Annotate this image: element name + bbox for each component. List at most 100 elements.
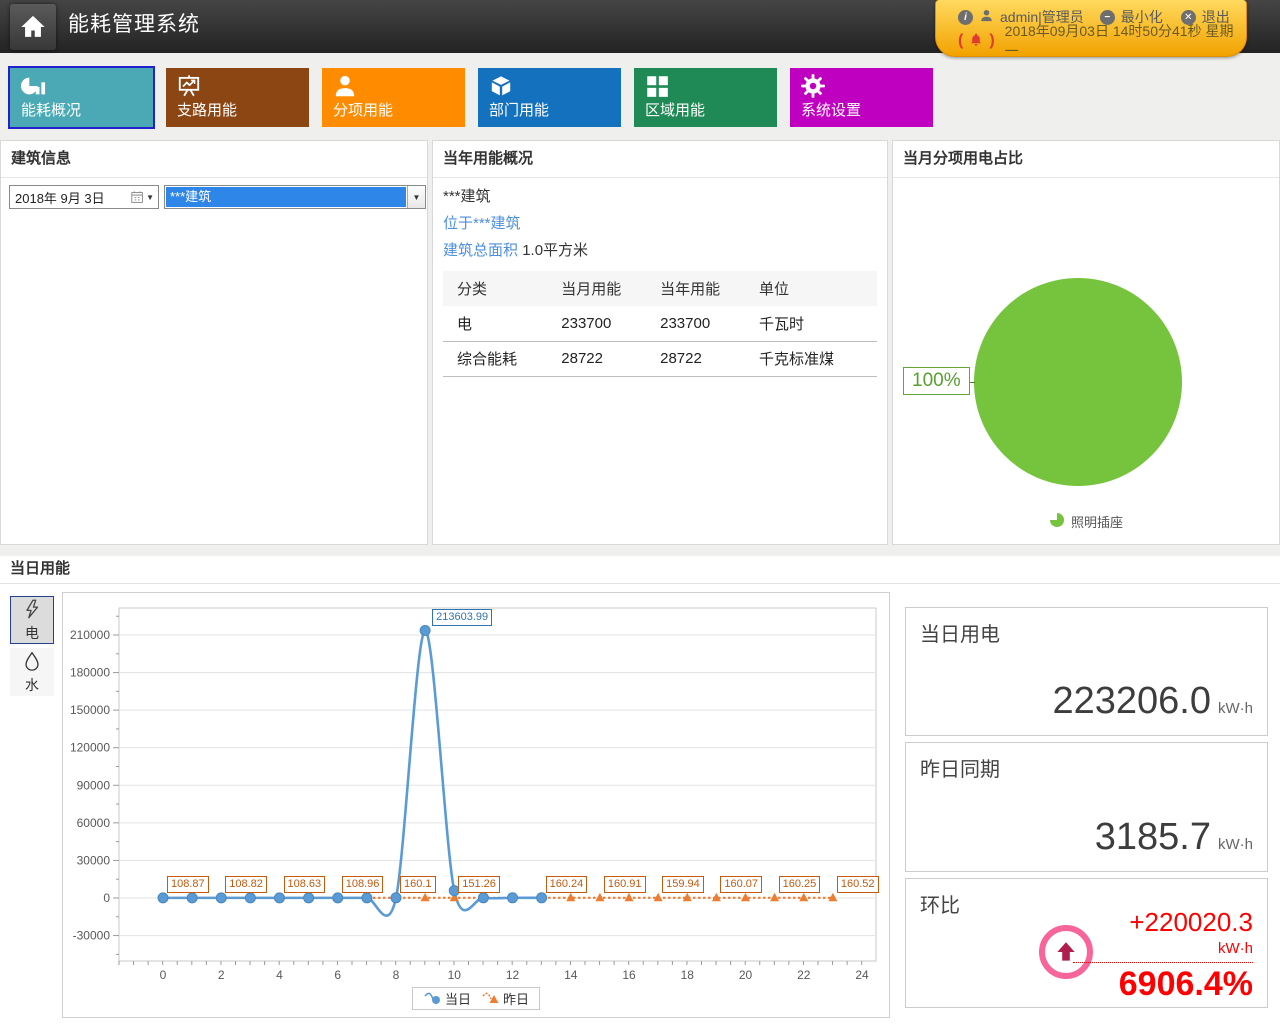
svg-text:4: 4 [276,968,283,982]
calendar-icon[interactable]: ▼ [131,191,158,204]
energy-tab-label: 水 [25,675,39,695]
daily-line-chart: -30000 0 30000 60000 90000 120000 150000 180000… [62,592,890,1018]
ratio-percent: 6906.4% [1073,965,1253,1004]
table-cell: 28722 [557,341,656,376]
user-ribbon: i admin|管理员 − 最小化 ✕ 退出 ( ) 2018年09月03日 1… [935,0,1247,57]
svg-text:8: 8 [393,968,400,982]
nav-button-4[interactable]: 部门用能 [478,68,621,127]
pie-panel-title: 当月分项用电占比 [893,141,1279,178]
year-usage-table: 分类当月用能当年用能单位 电233700233700千瓦时综合能耗2872228… [443,271,877,377]
table-header: 当月用能 [557,271,656,306]
building-info-panel: 建筑信息 2018年 9月 3日 ▼ ***建筑 ▼ [0,140,428,545]
table-row: 电233700233700千瓦时 [443,306,877,341]
settings-gear-icon [800,73,826,99]
nav-button-3[interactable]: 分项用能 [322,68,465,127]
svg-text:60000: 60000 [77,816,111,830]
app-title: 能耗管理系统 [68,0,200,53]
table-header: 分类 [443,271,557,306]
stat-value: 3185.7 [1095,816,1211,859]
year-panel-title: 当年用能概况 [433,141,887,178]
alarm-bell-icon[interactable] [969,32,983,50]
nav-label: 区域用能 [645,99,705,120]
home-icon[interactable] [10,4,56,50]
energy-tab-label: 电 [25,623,39,643]
stat-title: 昨日同期 [920,753,1000,782]
nav-button-1[interactable]: 能耗概况 [10,68,153,127]
pie-legend-label: 照明插座 [1071,512,1123,531]
table-cell: 233700 [557,306,656,341]
building-location-link[interactable]: 位于***建筑 [443,213,877,234]
building-select[interactable]: ***建筑 ▼ [164,185,426,209]
ratio-title: 环比 [920,889,960,918]
pie-legend-icon [1049,512,1065,531]
point-label: 108.63 [284,876,326,893]
svg-text:0: 0 [160,968,167,982]
nav-button-6[interactable]: 系统设置 [790,68,933,127]
table-header: 当年用能 [656,271,755,306]
stat-card-yesterday: 昨日同期 3185.7 kW·h [905,742,1268,872]
point-label: 160.25 [779,876,821,893]
legend-label: 昨日 [503,989,529,1008]
stat-value: 223206.0 [1053,680,1212,723]
area-label-link[interactable]: 建筑总面积 [443,242,518,259]
alarm-paren2: ) [989,32,994,50]
datetime-label: 2018年09月03日 14时50分41秒 星期一 [1005,21,1246,61]
svg-text:14: 14 [564,968,578,982]
legend-item-昨日[interactable]: 昨日 [481,989,529,1008]
building-select-value: ***建筑 [166,187,406,207]
svg-text:210000: 210000 [70,628,110,642]
ratio-divider [1073,962,1253,963]
building-panel-title: 建筑信息 [1,141,427,178]
department-energy-icon [488,73,514,99]
svg-text:22: 22 [797,968,811,982]
chart-legend: 当日 昨日 [412,987,540,1010]
nav-button-5[interactable]: 区域用能 [634,68,777,127]
stat-card-today: 当日用电 223206.0 kW·h [905,607,1268,736]
info-icon[interactable]: i [958,10,973,25]
svg-text:30000: 30000 [77,853,111,867]
point-label: 160.07 [720,876,762,893]
year-usage-panel: 当年用能概况 ***建筑 位于***建筑 建筑总面积 1.0平方米 分类当月用能… [432,140,888,545]
area-energy-icon [644,73,670,99]
svg-text:180000: 180000 [70,666,110,680]
stat-title: 当日用电 [920,618,1000,647]
nav-label: 部门用能 [489,99,549,120]
legend-item-当日[interactable]: 当日 [423,989,471,1008]
svg-text:16: 16 [622,968,636,982]
nav-button-2[interactable]: 支路用能 [166,68,309,127]
building-select-arrow-icon[interactable]: ▼ [407,186,425,208]
daily-section-title: 当日用能 [0,556,1280,584]
point-label: 108.96 [342,876,384,893]
point-label: 160.24 [546,876,588,893]
point-label: 160.52 [837,876,879,893]
pie-panel: 当月分项用电占比 100% 照明插座 [892,140,1280,545]
svg-text:90000: 90000 [77,778,111,792]
stat-card-ratio: 环比 +220020.3 kW·h 6906.4% [905,878,1268,1008]
lightning-icon [21,598,43,623]
svg-text:10: 10 [448,968,462,982]
point-label: 108.87 [167,876,209,893]
area-value: 1.0平方米 [522,242,588,259]
table-cell: 28722 [656,341,755,376]
nav-label: 能耗概况 [21,99,81,120]
ratio-delta-value: +220020.3 [1073,907,1253,938]
daily-energy-section: 当日用能 电 水 -30000 0 30000 60000 90000 120000 150… [0,556,1280,1024]
category-energy-icon [332,73,358,99]
energy-tab-1[interactable]: 电 [10,596,54,644]
stat-unit: kW·h [1218,700,1253,717]
nav-label: 系统设置 [801,99,861,120]
table-header: 单位 [755,271,877,306]
svg-text:150000: 150000 [70,703,110,717]
table-cell: 综合能耗 [443,341,557,376]
pie-callout-label: 100% [903,367,970,395]
point-label: 108.82 [225,876,267,893]
date-value: 2018年 9月 3日 [15,188,105,207]
date-picker[interactable]: 2018年 9月 3日 ▼ [9,185,159,209]
svg-text:-30000: -30000 [73,929,111,943]
main-nav: 能耗概况 支路用能 分项用能 部门用能 区域用能 系统设置 [10,68,933,127]
svg-text:2: 2 [218,968,225,982]
svg-text:120000: 120000 [70,741,110,755]
svg-text:12: 12 [506,968,520,982]
user-icon [979,8,994,26]
energy-tab-2[interactable]: 水 [10,648,54,696]
